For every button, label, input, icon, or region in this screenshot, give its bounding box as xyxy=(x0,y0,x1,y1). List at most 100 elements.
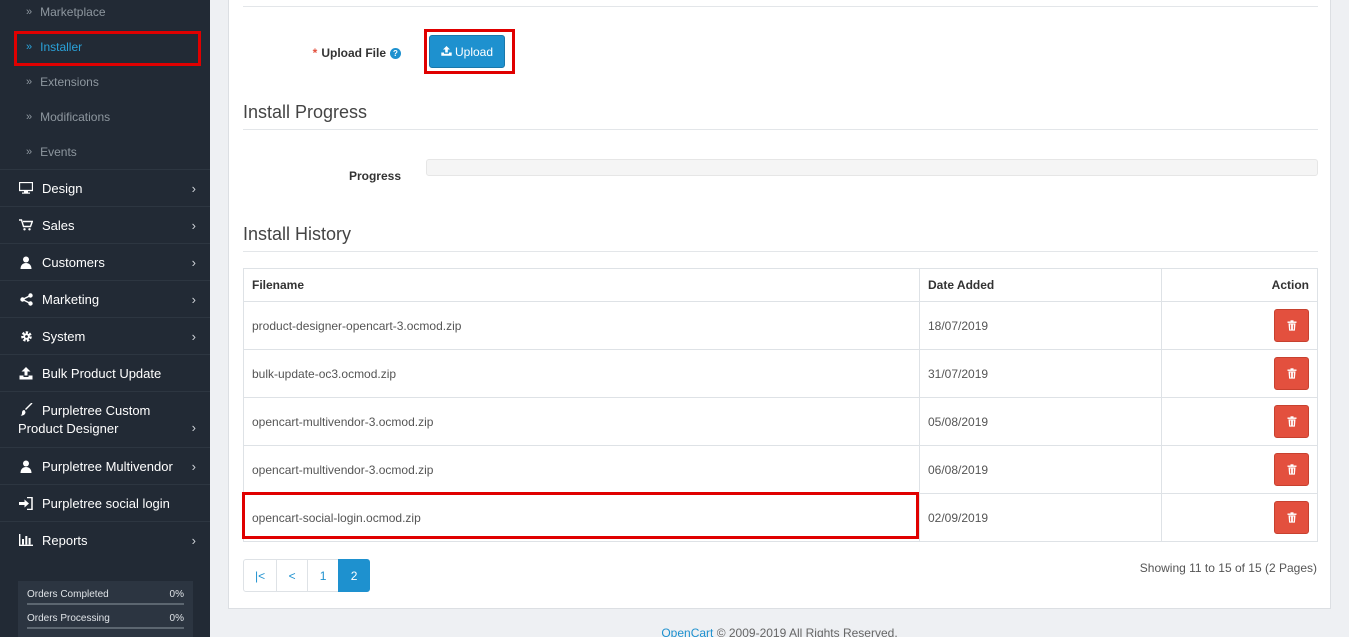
sidebar-item-label: Marketing xyxy=(42,291,100,307)
pagination-page-2[interactable]: 2 xyxy=(338,559,371,592)
sidebar-item-label: Events xyxy=(40,144,77,159)
chevron-right-icon: › xyxy=(191,328,196,344)
sidebar-item-purpletree-multivendor[interactable]: Purpletree Multivendor › xyxy=(0,447,210,484)
sidebar-item-label: Design xyxy=(42,180,83,196)
delete-button[interactable] xyxy=(1274,357,1309,390)
divider xyxy=(243,251,1318,252)
sidebar-item-label: Purpletree social login xyxy=(42,495,170,511)
column-header-date-added: Date Added xyxy=(919,268,1162,302)
filename-cell: opencart-multivendor-3.ocmod.zip xyxy=(243,397,920,446)
divider xyxy=(243,6,1318,7)
trash-icon xyxy=(1287,464,1296,475)
chevron-right-icon: › xyxy=(191,420,196,435)
sidebar-item-label: Extensions xyxy=(40,74,99,89)
sidebar-item-modifications[interactable]: » Modifications xyxy=(0,99,210,134)
sidebar-item-design[interactable]: Design › xyxy=(0,169,210,206)
sidebar-item-events[interactable]: » Events xyxy=(0,134,210,169)
brush-icon xyxy=(18,403,34,416)
stat-orders-processing: Orders Processing 0% xyxy=(27,613,184,629)
table-row: opencart-multivendor-3.ocmod.zip 06/08/2… xyxy=(243,445,1318,494)
chevron-right-icon: › xyxy=(191,180,196,196)
help-icon[interactable]: ? xyxy=(390,48,401,59)
sidebar-item-label: System xyxy=(42,328,86,344)
stat-orders-completed: Orders Completed 0% xyxy=(27,589,184,605)
date-cell: 18/07/2019 xyxy=(919,301,1162,350)
table-row: product-designer-opencart-3.ocmod.zip 18… xyxy=(243,301,1318,350)
upload-button[interactable]: Upload xyxy=(429,35,505,68)
pagination-page-1[interactable]: 1 xyxy=(307,559,340,592)
user-icon xyxy=(18,256,34,269)
double-chevron-icon: » xyxy=(26,145,33,158)
chevron-right-icon: › xyxy=(191,254,196,270)
sidebar-item-label: Reports xyxy=(42,532,88,548)
user-icon xyxy=(18,460,34,473)
pagination-prev-button[interactable]: < xyxy=(276,559,309,592)
divider xyxy=(243,129,1318,130)
install-history-table: Filename Date Added Action product-desig… xyxy=(243,268,1318,542)
date-cell: 06/08/2019 xyxy=(919,445,1162,494)
column-header-action: Action xyxy=(1161,268,1318,302)
table-row: bulk-update-oc3.ocmod.zip 31/07/2019 xyxy=(243,349,1318,398)
install-history-title: Install History xyxy=(243,224,352,244)
date-cell: 02/09/2019 xyxy=(919,493,1162,542)
copyright-text: © 2009-2019 All Rights Reserved. xyxy=(713,626,898,637)
sidebar-item-installer[interactable]: » Installer xyxy=(0,29,210,64)
date-cell: 05/08/2019 xyxy=(919,397,1162,446)
sidebar-item-marketing[interactable]: Marketing › xyxy=(0,280,210,317)
bar-chart-icon xyxy=(18,534,34,546)
pagination: |< < 1 2 xyxy=(243,559,371,592)
upload-icon xyxy=(18,366,34,380)
sidebar-item-extensions[interactable]: » Extensions xyxy=(0,64,210,99)
filename-cell: opencart-multivendor-3.ocmod.zip xyxy=(243,445,920,494)
double-chevron-icon: » xyxy=(26,75,33,88)
pagination-summary: Showing 11 to 15 of 15 (2 Pages) xyxy=(1139,561,1317,575)
sidebar: » Marketplace » Installer » Extensions » Mod… xyxy=(0,0,210,637)
sign-in-icon xyxy=(18,496,34,510)
delete-button[interactable] xyxy=(1274,309,1309,342)
stat-label: Orders Processing xyxy=(27,613,110,624)
install-progress-title: Install Progress xyxy=(243,102,368,122)
sidebar-item-label: Marketplace xyxy=(40,4,106,19)
sidebar-item-customers[interactable]: Customers › xyxy=(0,243,210,280)
double-chevron-icon: » xyxy=(26,5,33,18)
sidebar-item-custom-product-designer[interactable]: Purpletree Custom Product Designer › xyxy=(0,391,210,447)
double-chevron-icon: » xyxy=(26,110,33,123)
sidebar-item-purpletree-social-login[interactable]: Purpletree social login xyxy=(0,484,210,521)
share-icon xyxy=(18,292,34,306)
delete-button[interactable] xyxy=(1274,405,1309,438)
filename-cell: opencart-social-login.ocmod.zip xyxy=(243,493,920,542)
chevron-right-icon: › xyxy=(191,458,196,474)
trash-icon xyxy=(1287,416,1296,427)
sidebar-item-label: Bulk Product Update xyxy=(42,365,162,381)
table-row: opencart-social-login.ocmod.zip 02/09/20… xyxy=(243,493,1318,542)
upload-file-label: * Upload File? xyxy=(243,46,401,60)
progress-label: Progress xyxy=(348,169,401,183)
delete-button[interactable] xyxy=(1274,501,1309,534)
sidebar-item-label: Installer xyxy=(40,39,83,54)
main-panel: * Upload File? Upload Install Progress Pr… xyxy=(228,0,1331,609)
chevron-right-icon: › xyxy=(191,532,196,548)
sidebar-item-label: Sales xyxy=(42,217,75,233)
gear-icon xyxy=(18,330,34,343)
stat-value: 0% xyxy=(169,613,184,624)
sidebar-item-sales[interactable]: Sales › xyxy=(0,206,210,243)
filename-cell: bulk-update-oc3.ocmod.zip xyxy=(243,349,920,398)
stat-label: Orders Completed xyxy=(27,589,109,600)
double-chevron-icon: » xyxy=(26,40,33,53)
delete-button[interactable] xyxy=(1274,453,1309,486)
sidebar-item-label: Purpletree Multivendor xyxy=(42,458,173,474)
sidebar-item-reports[interactable]: Reports › xyxy=(0,521,210,558)
stat-value: 0% xyxy=(169,589,184,600)
trash-icon xyxy=(1287,512,1296,523)
pagination-first-button[interactable]: |< xyxy=(243,559,278,592)
install-progress-bar xyxy=(426,159,1318,176)
sidebar-item-system[interactable]: System › xyxy=(0,317,210,354)
chevron-right-icon: › xyxy=(191,291,196,307)
table-header-row: Filename Date Added Action xyxy=(243,268,1318,302)
order-stats: Orders Completed 0% Orders Processing 0% xyxy=(18,581,193,637)
opencart-link[interactable]: OpenCart xyxy=(661,626,713,637)
filename-cell: product-designer-opencart-3.ocmod.zip xyxy=(243,301,920,350)
trash-icon xyxy=(1287,320,1296,331)
sidebar-item-bulk-product-update[interactable]: Bulk Product Update xyxy=(0,354,210,391)
sidebar-item-marketplace[interactable]: » Marketplace xyxy=(0,0,210,29)
